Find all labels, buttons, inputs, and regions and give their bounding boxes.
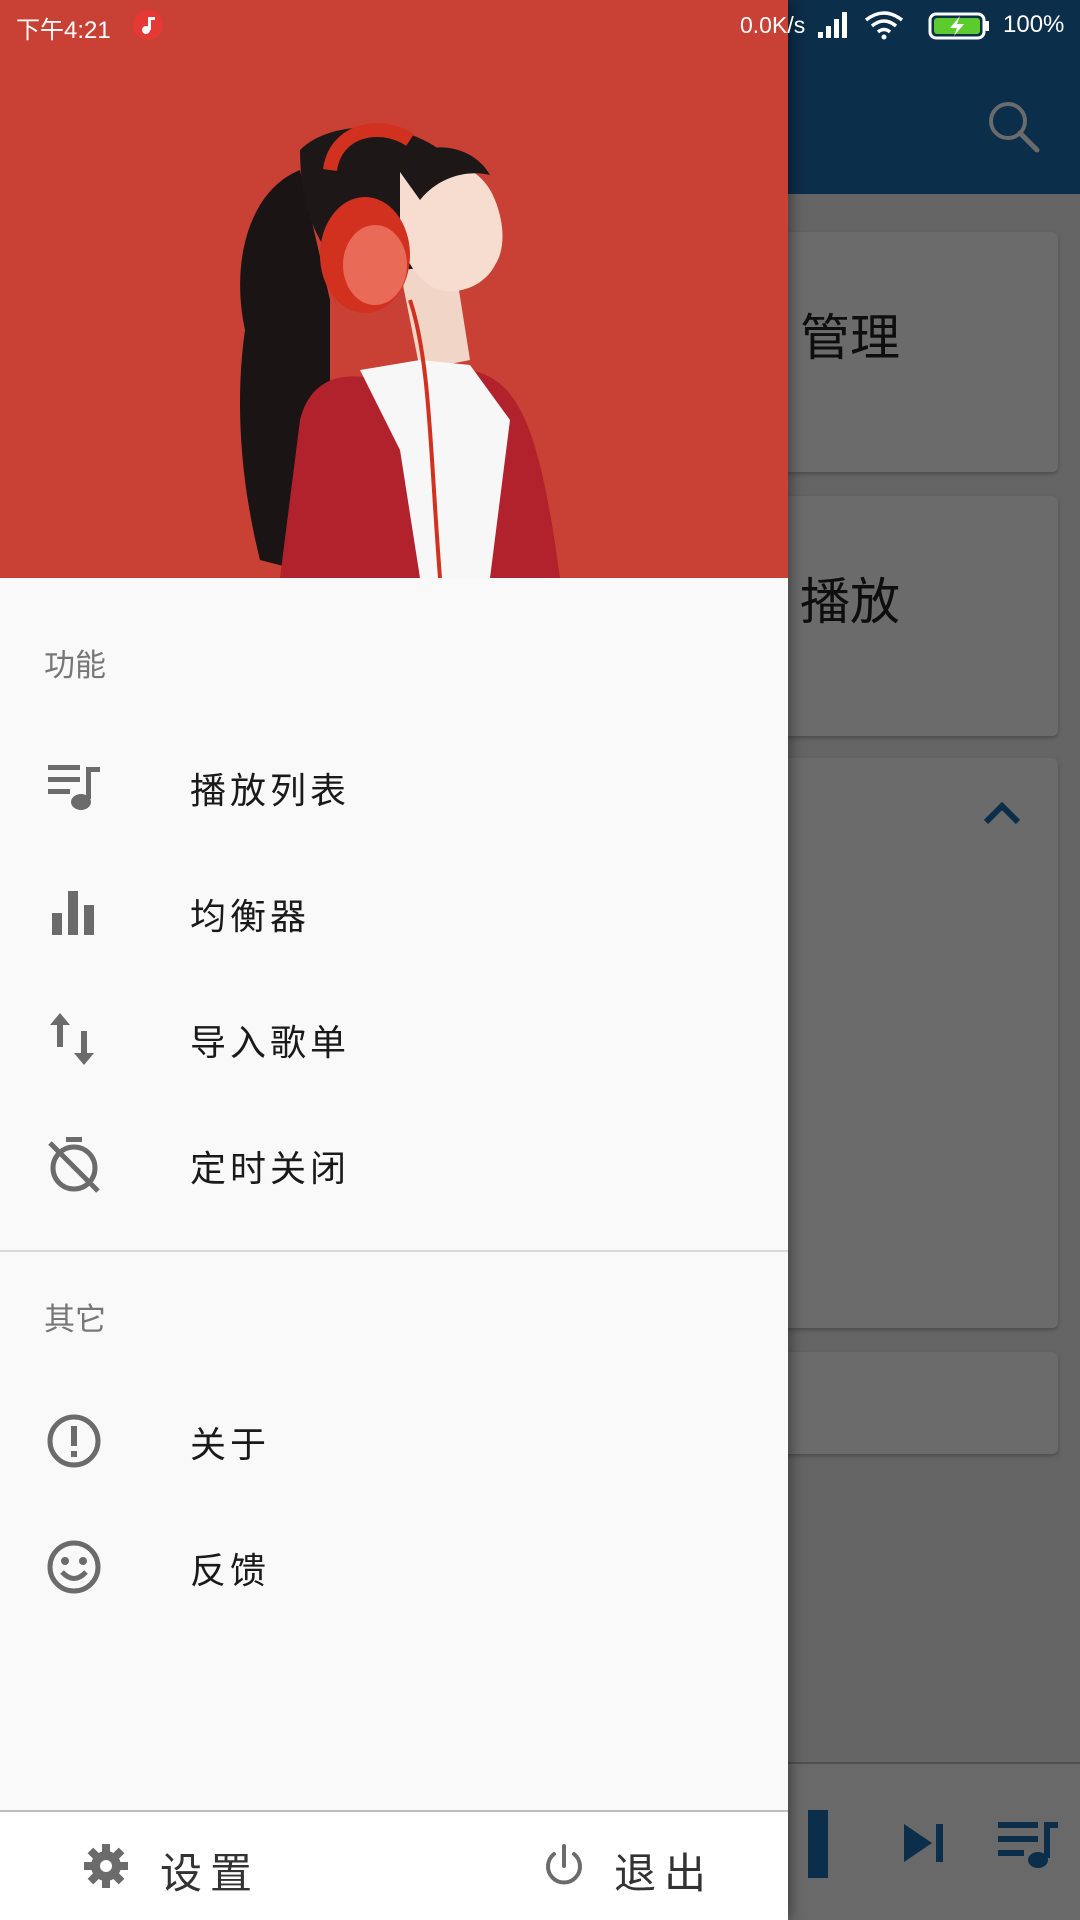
playlist-icon bbox=[48, 765, 100, 810]
timer-off-icon bbox=[48, 1137, 100, 1193]
drawer-item-playlist[interactable]: 播放列表 bbox=[0, 732, 788, 842]
status-time: 下午4:21 bbox=[16, 17, 111, 44]
settings-button[interactable]: 设置 bbox=[60, 1812, 320, 1920]
battery-percent: 100% bbox=[1003, 11, 1065, 38]
drawer-item-label: 定时关闭 bbox=[190, 1149, 351, 1190]
signal-icon bbox=[818, 12, 847, 38]
network-speed: 0.0K/s bbox=[740, 12, 806, 38]
import-icon bbox=[50, 1013, 94, 1065]
info-icon bbox=[47, 1414, 101, 1468]
music-note-icon bbox=[133, 10, 163, 40]
section-title-functions: 功能 bbox=[44, 648, 106, 684]
drawer-item-feedback[interactable]: 反馈 bbox=[0, 1512, 788, 1622]
power-icon bbox=[546, 1844, 582, 1885]
drawer-item-about[interactable]: 关于 bbox=[0, 1386, 788, 1496]
drawer-header-image bbox=[0, 0, 788, 578]
drawer-item-label: 反馈 bbox=[190, 1551, 271, 1592]
drawer-item-import[interactable]: 导入歌单 bbox=[0, 984, 788, 1094]
battery-charging-icon bbox=[928, 12, 989, 40]
drawer-item-label: 导入歌单 bbox=[190, 1023, 351, 1064]
drawer-divider bbox=[0, 1250, 788, 1252]
exit-button[interactable]: 退出 bbox=[520, 1812, 770, 1920]
wifi-icon bbox=[864, 11, 904, 40]
drawer-footer: 设置 退出 bbox=[0, 1810, 788, 1920]
settings-label: 设置 bbox=[160, 1849, 261, 1898]
drawer-item-equalizer[interactable]: 均衡器 bbox=[0, 858, 788, 968]
gear-icon bbox=[84, 1844, 128, 1888]
exit-label: 退出 bbox=[614, 1849, 715, 1898]
drawer-item-label: 均衡器 bbox=[190, 897, 311, 938]
drawer-item-timer-off[interactable]: 定时关闭 bbox=[0, 1110, 788, 1220]
section-title-other: 其它 bbox=[44, 1302, 106, 1338]
drawer-item-label: 播放列表 bbox=[190, 771, 351, 812]
drawer-item-label: 关于 bbox=[190, 1425, 271, 1466]
navigation-drawer: 功能 播放列表 均衡器 导入歌单 定时关闭 其它 关于 反馈 设置 退出 bbox=[0, 0, 788, 1920]
smiley-icon bbox=[47, 1540, 101, 1594]
status-bar: 下午4:21 0.0K/s 100% bbox=[0, 0, 1080, 50]
girl-with-headphones-illustration bbox=[240, 123, 560, 578]
equalizer-icon bbox=[52, 891, 94, 935]
